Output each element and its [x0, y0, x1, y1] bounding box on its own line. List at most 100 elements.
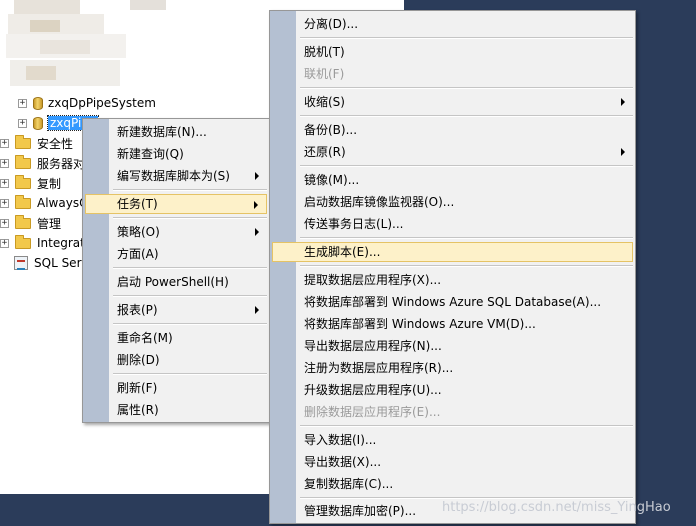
menu-gutter — [83, 119, 109, 422]
menu-item-deploy-azure-vm[interactable]: 将数据库部署到 Windows Azure VM(D)... — [272, 314, 633, 334]
redacted-area — [40, 40, 90, 54]
expand-icon[interactable]: + — [18, 98, 27, 108]
tasks-submenu: 分离(D)... 脱机(T) 联机(F) 收缩(S) 备份(B)... 还原(R… — [269, 10, 636, 524]
menu-item-facets[interactable]: 方面(A) — [85, 244, 267, 264]
tree-item-database[interactable]: + zxqDpPipeSystem — [18, 94, 156, 112]
expand-icon[interactable]: + — [0, 218, 9, 228]
watermark: https://blog.csdn.net/miss_YingHao — [442, 500, 671, 515]
menu-item-upgrade-data-tier-app[interactable]: 升级数据层应用程序(U)... — [272, 380, 633, 400]
expand-icon[interactable]: + — [0, 178, 9, 188]
menu-item-new-query[interactable]: 新建查询(Q) — [85, 144, 267, 164]
menu-item-tasks[interactable]: 任务(T) — [85, 194, 267, 214]
submenu-arrow-icon — [255, 228, 259, 236]
tree-item-label: 管理 — [37, 216, 62, 231]
tree-item-label: zxqDpPipeSystem — [48, 96, 156, 110]
menu-separator — [113, 217, 267, 219]
menu-item-register-data-tier-app[interactable]: 注册为数据层应用程序(R)... — [272, 358, 633, 378]
menu-separator — [113, 189, 267, 191]
menu-item-restore[interactable]: 还原(R) — [272, 142, 633, 162]
expand-icon[interactable]: + — [0, 138, 9, 148]
menu-item-label: 报表(P) — [117, 303, 158, 317]
tree-item-folder-management[interactable]: + 管理 — [0, 214, 61, 232]
expand-icon[interactable]: + — [0, 238, 9, 248]
redacted-area — [14, 0, 80, 14]
expand-icon[interactable]: + — [18, 118, 27, 128]
menu-item-label: 编写数据库脚本为(S) — [117, 169, 230, 183]
expand-icon[interactable]: + — [0, 198, 9, 208]
redacted-area — [30, 20, 60, 32]
menu-separator — [113, 267, 267, 269]
tree-item-folder-server-objects[interactable]: + 服务器对 — [0, 154, 85, 172]
menu-item-properties[interactable]: 属性(R) — [85, 400, 267, 420]
database-context-menu: 新建数据库(N)... 新建查询(Q) 编写数据库脚本为(S) 任务(T) 策略… — [82, 118, 270, 423]
menu-separator — [300, 37, 633, 39]
menu-item-deploy-azure-sql-database[interactable]: 将数据库部署到 Windows Azure SQL Database(A)... — [272, 292, 633, 312]
menu-separator — [300, 115, 633, 117]
folder-icon — [15, 214, 31, 229]
tree-item-label: SQL Ser — [34, 256, 82, 270]
menu-item-mirror[interactable]: 镜像(M)... — [272, 170, 633, 190]
menu-item-refresh[interactable]: 刷新(F) — [85, 378, 267, 398]
menu-separator — [113, 295, 267, 297]
menu-separator — [113, 373, 267, 375]
menu-item-start-powershell[interactable]: 启动 PowerShell(H) — [85, 272, 267, 292]
menu-item-take-offline[interactable]: 脱机(T) — [272, 42, 633, 62]
tree-item-folder-replication[interactable]: + 复制 — [0, 174, 61, 192]
folder-icon — [15, 154, 31, 169]
tree-item-label: Integrat — [37, 236, 85, 250]
menu-item-label: 收缩(S) — [304, 95, 345, 109]
menu-separator — [300, 165, 633, 167]
menu-item-detach[interactable]: 分离(D)... — [272, 14, 633, 34]
folder-icon — [15, 194, 31, 209]
redacted-area — [26, 66, 56, 80]
menu-item-delete-data-tier-app: 删除数据层应用程序(E)... — [304, 405, 441, 419]
menu-item-new-database[interactable]: 新建数据库(N)... — [85, 122, 267, 142]
submenu-arrow-icon — [621, 98, 625, 106]
menu-separator — [113, 323, 267, 325]
menu-item-export-data[interactable]: 导出数据(X)... — [272, 452, 633, 472]
menu-item-shrink[interactable]: 收缩(S) — [272, 92, 633, 112]
menu-item-label: 还原(R) — [304, 145, 346, 159]
menu-item-label: 任务(T) — [117, 197, 158, 211]
menu-item-export-data-tier-app[interactable]: 导出数据层应用程序(N)... — [272, 336, 633, 356]
folder-icon — [15, 234, 31, 249]
redacted-area — [130, 0, 166, 10]
tree-item-folder-alwayson[interactable]: + AlwaysO — [0, 194, 89, 212]
tree-item-sql-agent[interactable]: SQL Ser — [14, 254, 82, 272]
submenu-arrow-icon — [254, 201, 258, 209]
menu-separator — [300, 497, 633, 499]
menu-item-bring-online: 联机(F) — [304, 67, 345, 81]
menu-separator — [300, 87, 633, 89]
menu-item-policies[interactable]: 策略(O) — [85, 222, 267, 242]
submenu-arrow-icon — [255, 306, 259, 314]
menu-item-import-data[interactable]: 导入数据(I)... — [272, 430, 633, 450]
menu-item-rename[interactable]: 重命名(M) — [85, 328, 267, 348]
menu-item-label: 策略(O) — [117, 225, 160, 239]
menu-item-script-database-as[interactable]: 编写数据库脚本为(S) — [85, 166, 267, 186]
menu-item-copy-database[interactable]: 复制数据库(C)... — [272, 474, 633, 494]
tree-item-label: AlwaysO — [37, 196, 89, 210]
menu-item-generate-scripts[interactable]: 生成脚本(E)... — [272, 242, 633, 262]
tree-item-folder-security[interactable]: + 安全性 — [0, 134, 73, 152]
folder-icon — [15, 134, 31, 149]
tree-item-label: 安全性 — [37, 136, 74, 151]
menu-separator — [300, 425, 633, 427]
tree-item-folder-integration[interactable]: + Integrat — [0, 234, 85, 252]
menu-item-delete[interactable]: 删除(D) — [85, 350, 267, 370]
database-icon — [33, 96, 43, 110]
menu-item-backup[interactable]: 备份(B)... — [272, 120, 633, 140]
submenu-arrow-icon — [621, 148, 625, 156]
database-icon — [33, 116, 43, 130]
menu-item-extract-data-tier-app[interactable]: 提取数据层应用程序(X)... — [272, 270, 633, 290]
tree-item-label: 服务器对 — [37, 156, 86, 171]
sql-agent-icon — [14, 256, 28, 270]
menu-separator — [300, 237, 633, 239]
tree-item-label: 复制 — [37, 176, 62, 191]
menu-item-reports[interactable]: 报表(P) — [85, 300, 267, 320]
submenu-arrow-icon — [255, 172, 259, 180]
menu-separator — [300, 265, 633, 267]
menu-item-ship-transaction-logs[interactable]: 传送事务日志(L)... — [272, 214, 633, 234]
folder-icon — [15, 174, 31, 189]
menu-item-launch-mirroring-monitor[interactable]: 启动数据库镜像监视器(O)... — [272, 192, 633, 212]
expand-icon[interactable]: + — [0, 158, 9, 168]
